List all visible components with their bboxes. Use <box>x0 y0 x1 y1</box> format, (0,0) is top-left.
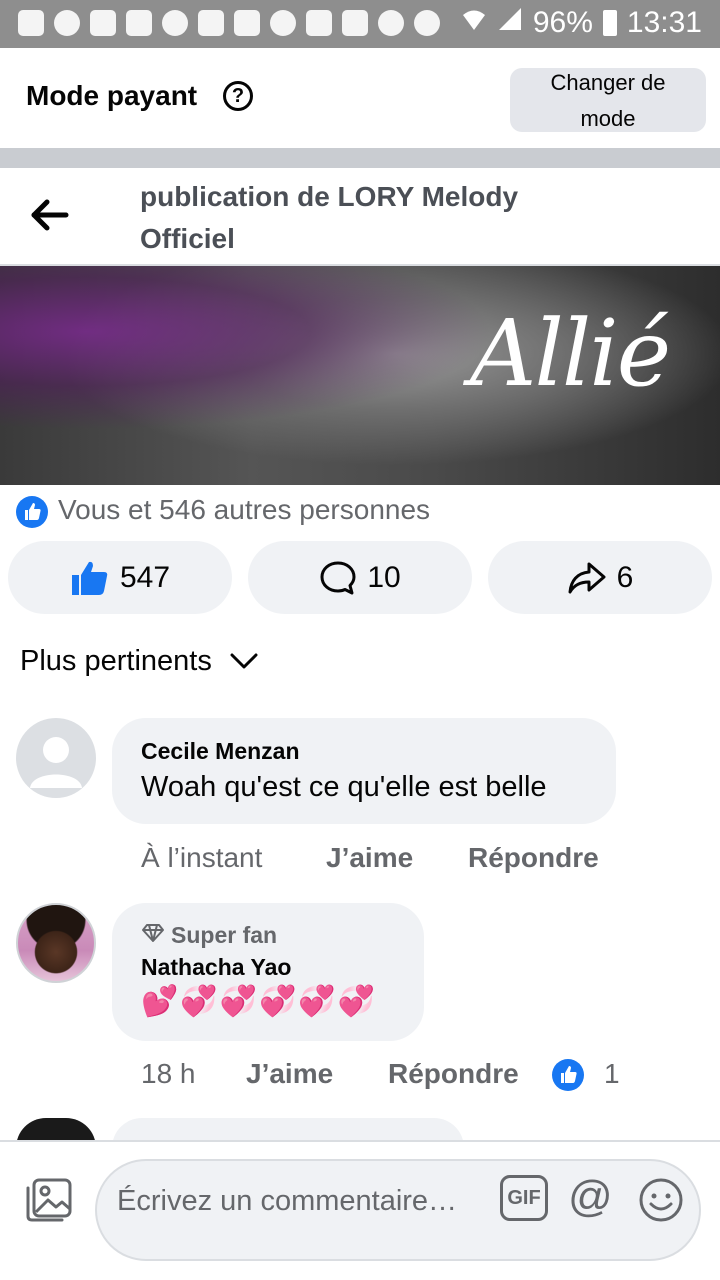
mail-icon <box>342 10 368 36</box>
photo-icon[interactable] <box>24 1176 74 1229</box>
help-icon[interactable]: ? <box>223 81 253 111</box>
battery-percent: 96% <box>532 6 593 39</box>
gallery-icon <box>90 10 116 36</box>
notification-icons <box>18 10 440 36</box>
comment-reply-button[interactable]: Répondre <box>468 842 599 874</box>
chevron-down-icon <box>230 645 258 678</box>
share-icon <box>567 561 607 595</box>
status-bar: 96% 13:31 <box>0 0 720 48</box>
mention-icon[interactable]: @ <box>568 1172 613 1222</box>
share-button[interactable]: 6 <box>488 541 712 614</box>
comment-like-button[interactable]: J’aime <box>326 842 413 874</box>
diamond-icon <box>141 922 165 949</box>
comment-text: 💕💞💞💞💞💞 <box>141 985 378 1018</box>
comment-reply-button[interactable]: Répondre <box>388 1058 519 1090</box>
battery-icon <box>602 10 617 36</box>
chrome-icon <box>270 10 296 36</box>
comment-input-placeholder[interactable]: Écrivez un commentaire… <box>117 1185 457 1218</box>
divider <box>0 148 720 168</box>
comment-icon <box>319 560 357 596</box>
sort-dropdown[interactable]: Plus pertinents <box>20 645 258 678</box>
shield-icon <box>162 10 188 36</box>
emoji-icon[interactable] <box>638 1177 684 1228</box>
comment-button[interactable]: 10 <box>248 541 472 614</box>
comment-time: À l’instant <box>141 842 263 873</box>
avatar[interactable] <box>16 718 96 798</box>
share-count: 6 <box>616 560 634 594</box>
clock: 13:31 <box>626 6 702 39</box>
comment-author[interactable]: Nathacha Yao <box>141 954 291 981</box>
gif-icon[interactable]: GIF <box>500 1175 548 1221</box>
reaction-count[interactable]: 1 <box>604 1058 620 1090</box>
super-fan-badge: Super fan <box>141 922 277 949</box>
comment-author[interactable]: Cecile Menzan <box>141 738 300 765</box>
restaurant-icon <box>234 10 260 36</box>
like-reaction-icon <box>552 1059 584 1091</box>
signal-icon <box>497 6 523 40</box>
super-fan-label: Super fan <box>171 922 278 948</box>
messages-icon <box>18 10 44 36</box>
youtube-icon <box>198 10 224 36</box>
whatsapp-icon <box>54 10 80 36</box>
like-button[interactable]: 547 <box>8 541 232 614</box>
like-reaction-icon <box>16 496 48 528</box>
weather-icon <box>378 10 404 36</box>
comment-count: 10 <box>367 560 401 594</box>
sort-label: Plus pertinents <box>20 645 212 677</box>
thumbs-up-icon <box>70 559 110 597</box>
like-count: 547 <box>119 560 171 594</box>
comment-like-button[interactable]: J’aime <box>246 1058 333 1090</box>
change-mode-button[interactable]: Changer de mode <box>510 68 706 132</box>
status-right: 96% 13:31 <box>461 6 702 40</box>
recycle-icon <box>126 10 152 36</box>
comment-time: 18 h <box>141 1058 196 1089</box>
post-title: publication de LORY Melody Officiel <box>140 181 519 254</box>
back-arrow-icon[interactable] <box>30 198 70 232</box>
page-title: Mode payant <box>26 80 198 111</box>
comment-text: Woah qu'est ce qu'elle est belle <box>141 771 547 803</box>
wifi-icon <box>461 6 487 40</box>
news-icon <box>306 10 332 36</box>
avatar[interactable] <box>16 903 96 983</box>
reactions-summary[interactable]: Vous et 546 autres personnes <box>58 494 430 526</box>
chrome-icon-2 <box>414 10 440 36</box>
image-title-text: Allié <box>470 300 671 407</box>
change-mode-label-2: mode <box>580 106 636 131</box>
